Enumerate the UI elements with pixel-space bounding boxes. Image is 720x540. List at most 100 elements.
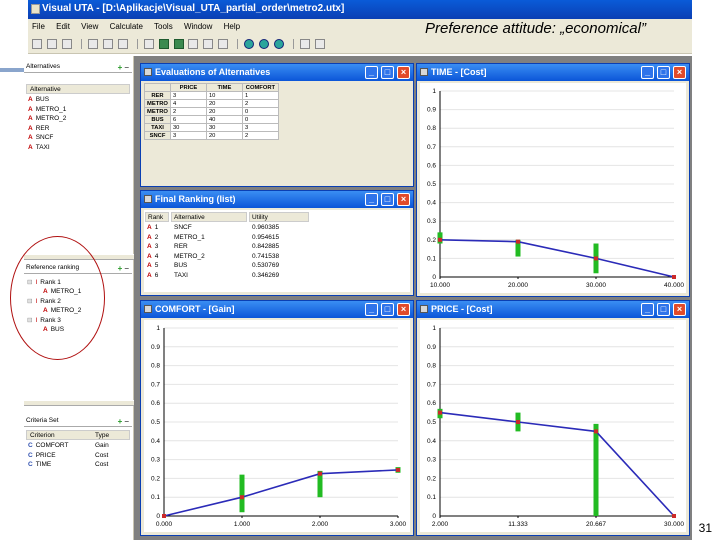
time-chart-title-bar[interactable]: TIME - [Cost] _ □ × xyxy=(417,64,689,81)
maximize-button[interactable]: □ xyxy=(657,66,670,79)
open-folder-icon[interactable] xyxy=(46,39,57,49)
table-cell[interactable]: 4 xyxy=(169,99,207,108)
minimize-button[interactable]: _ xyxy=(365,303,378,316)
minimize-button[interactable]: _ xyxy=(641,66,654,79)
new-file-icon[interactable] xyxy=(32,39,42,49)
minimize-button[interactable]: _ xyxy=(641,303,654,316)
ranking-alternative-column: SNCF METRO_1 RER METRO_2 BUS TAXI xyxy=(174,224,205,282)
table-row[interactable]: A6 xyxy=(147,272,158,282)
table-cell[interactable]: 40 xyxy=(205,115,243,124)
list-item[interactable]: C PRICE Cost xyxy=(28,452,108,462)
print-icon[interactable] xyxy=(143,39,154,49)
close-button[interactable]: × xyxy=(397,66,410,79)
close-button[interactable]: × xyxy=(673,303,686,316)
table-cell[interactable]: 2 xyxy=(241,131,279,140)
remove-icon[interactable]: – xyxy=(125,417,129,426)
list-item-label: TAXI xyxy=(35,143,50,151)
list-item[interactable]: C TIME Cost xyxy=(28,461,108,471)
alternative-column-header[interactable]: Alternative xyxy=(26,84,130,94)
table-cell[interactable]: 30 xyxy=(169,123,207,132)
criterion-column-label[interactable]: Criterion xyxy=(30,432,55,439)
list-item[interactable]: A RER xyxy=(28,125,66,135)
paste-icon[interactable] xyxy=(117,39,128,49)
table-cell[interactable]: 6 xyxy=(169,115,207,124)
help-icon[interactable] xyxy=(300,39,311,49)
refresh-icon[interactable] xyxy=(274,39,285,49)
table-cell[interactable]: 20 xyxy=(205,99,243,108)
maximize-button[interactable]: □ xyxy=(381,303,394,316)
save-icon[interactable] xyxy=(61,39,72,49)
table-cell[interactable]: 2 xyxy=(169,107,207,116)
breakpoint xyxy=(240,495,244,500)
table-row[interactable]: A2 xyxy=(147,234,158,244)
ranking-title-bar[interactable]: Final Ranking (list) _ □ × xyxy=(141,191,413,208)
alternative-column-header[interactable]: Alternative xyxy=(171,212,247,222)
menu-window[interactable]: Window xyxy=(184,22,212,31)
run-icon[interactable] xyxy=(259,39,270,49)
table-cell[interactable]: 3 xyxy=(169,131,207,140)
table-cell[interactable]: 1 xyxy=(241,91,279,100)
table-cell[interactable]: 3 xyxy=(241,123,279,132)
rank-column-header[interactable]: Rank xyxy=(145,212,169,222)
utility-column-header[interactable]: Utility xyxy=(249,212,309,222)
list-icon[interactable] xyxy=(218,39,229,49)
menu-calculate[interactable]: Calculate xyxy=(110,22,143,31)
column-header[interactable]: COMFORT xyxy=(241,83,279,92)
table-cell[interactable]: 2 xyxy=(241,99,279,108)
list-item[interactable]: A METRO_2 xyxy=(28,115,66,125)
grid-view-icon[interactable] xyxy=(158,39,169,49)
chart-icon[interactable] xyxy=(203,39,214,49)
maximize-button[interactable]: □ xyxy=(381,66,394,79)
evaluations-title: Evaluations of Alternatives xyxy=(155,67,271,77)
table-cell[interactable]: 20 xyxy=(205,131,243,140)
menu-help[interactable]: Help xyxy=(224,22,240,31)
window-icon[interactable] xyxy=(188,39,199,49)
comfort-chart-title-bar[interactable]: COMFORT - [Gain] _ □ × xyxy=(141,301,413,318)
list-item[interactable]: A TAXI xyxy=(28,144,66,154)
price-chart-title-bar[interactable]: PRICE - [Cost] _ □ × xyxy=(417,301,689,318)
add-icon[interactable]: + xyxy=(118,63,123,72)
table-cell[interactable]: 20 xyxy=(205,107,243,116)
remove-icon[interactable]: – xyxy=(125,264,129,273)
table-row[interactable]: A3 xyxy=(147,243,158,253)
table-cell[interactable]: 0 xyxy=(241,107,279,116)
minimize-button[interactable]: _ xyxy=(365,193,378,206)
alternative-tag: A xyxy=(28,124,33,132)
list-item[interactable]: A BUS xyxy=(28,96,66,106)
table-cell[interactable]: 30 xyxy=(205,123,243,132)
x-tick-label: 20.667 xyxy=(586,521,606,528)
table-row[interactable]: A5 xyxy=(147,262,158,272)
table-row[interactable]: A4 xyxy=(147,253,158,263)
cut-icon[interactable] xyxy=(87,39,98,49)
list-item[interactable]: A METRO_1 xyxy=(28,106,66,116)
type-column-label[interactable]: Type xyxy=(95,432,109,439)
close-button[interactable]: × xyxy=(397,303,410,316)
breakpoint xyxy=(318,471,322,476)
menu-edit[interactable]: Edit xyxy=(56,22,70,31)
copy-icon[interactable] xyxy=(102,39,113,49)
calculate-icon[interactable] xyxy=(244,39,255,49)
table-cell[interactable]: 3 xyxy=(169,91,207,100)
column-header[interactable]: TIME xyxy=(205,83,243,92)
menu-view[interactable]: View xyxy=(81,22,98,31)
minimize-button[interactable]: _ xyxy=(365,66,378,79)
menu-file[interactable]: File xyxy=(32,22,45,31)
close-button[interactable]: × xyxy=(397,193,410,206)
context-help-icon[interactable] xyxy=(315,39,326,49)
list-item[interactable]: C COMFORT Gain xyxy=(28,442,109,452)
list-item[interactable]: A SNCF xyxy=(28,134,66,144)
maximize-button[interactable]: □ xyxy=(381,193,394,206)
maximize-button[interactable]: □ xyxy=(657,303,670,316)
column-header[interactable]: PRICE xyxy=(169,83,207,92)
table-cell[interactable]: 10 xyxy=(205,91,243,100)
menu-tools[interactable]: Tools xyxy=(154,22,173,31)
panel-splitter[interactable] xyxy=(24,400,134,406)
evaluations-title-bar[interactable]: Evaluations of Alternatives _ □ × xyxy=(141,64,413,81)
add-icon[interactable]: + xyxy=(118,417,123,426)
table-row[interactable]: A1 xyxy=(147,224,158,234)
table-view-icon[interactable] xyxy=(173,39,184,49)
remove-icon[interactable]: – xyxy=(125,63,129,72)
table-cell[interactable]: 0 xyxy=(241,115,279,124)
close-button[interactable]: × xyxy=(673,66,686,79)
add-icon[interactable]: + xyxy=(118,264,123,273)
